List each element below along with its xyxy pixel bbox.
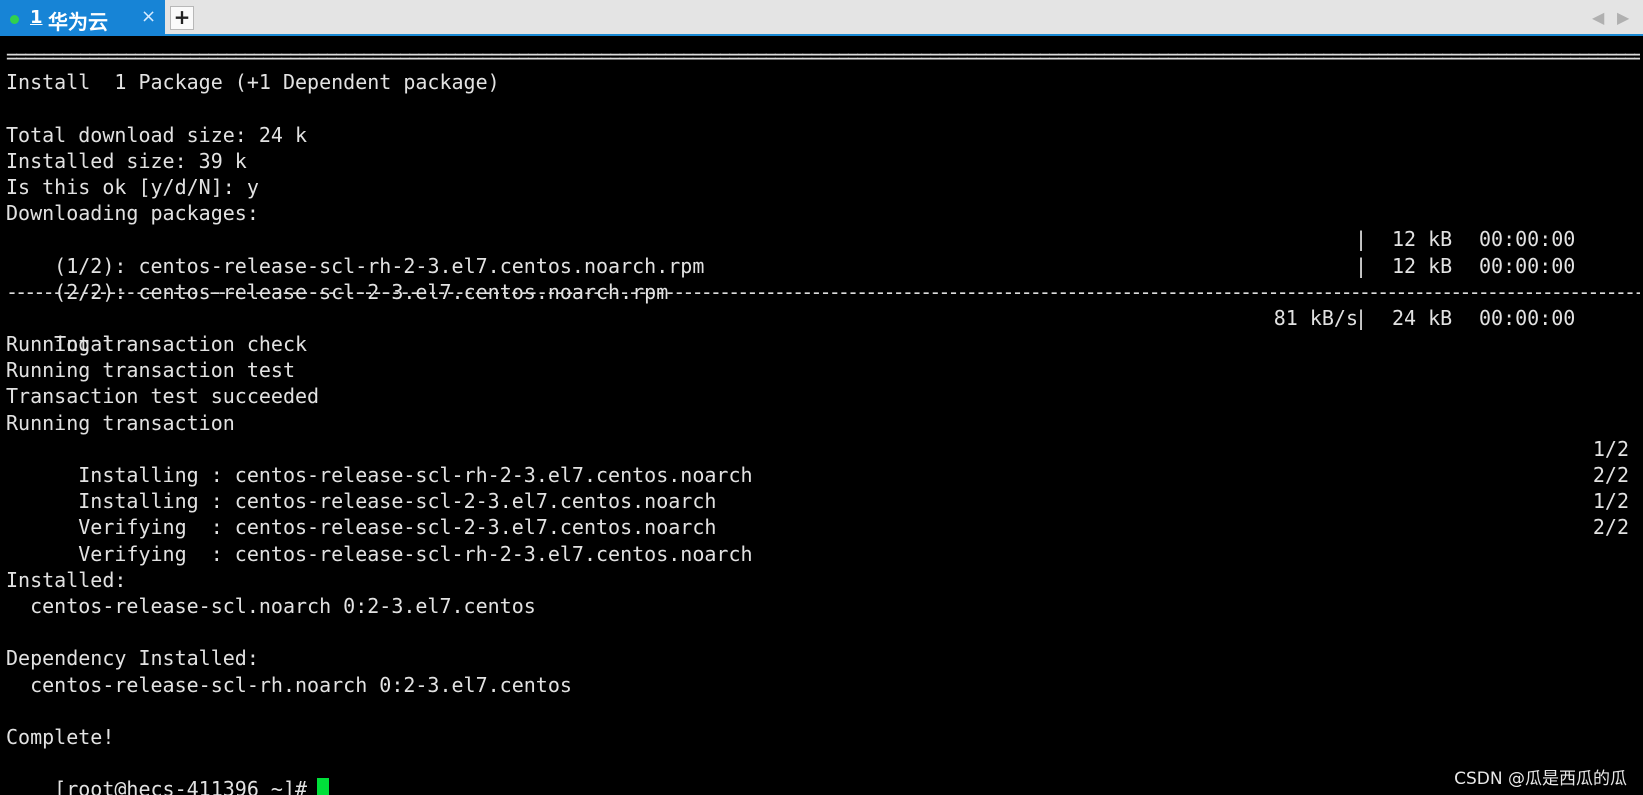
session-tab[interactable]: 1 华为云 × [0, 0, 165, 36]
terminal-line: centos-release-scl-rh.noarch 0:2-3.el7.c… [6, 672, 572, 697]
download-size: 12 kB [1392, 253, 1453, 278]
terminal-line: Is this ok [y/d/N]: y [6, 174, 259, 199]
tab-title: 华为云 [48, 10, 108, 34]
close-tab-icon[interactable]: × [141, 6, 156, 27]
download-size: 24 kB [1392, 305, 1453, 330]
download-total-row: Total 81 kB/s | 24 kB 00:00:00 [6, 305, 1643, 356]
terminal-line: Transaction test succeeded [6, 384, 320, 409]
terminal-line: ========================================… [6, 43, 1643, 69]
text-cursor [317, 778, 330, 795]
download-time: 00:00:00 [1479, 305, 1576, 330]
terminal-line: Installed size: 39 k [6, 148, 247, 173]
tab-bar: 1 华为云 × + ◀ ▶ [0, 0, 1643, 36]
separator-rule: ========================================… [6, 44, 1640, 68]
terminal-line: Complete! [6, 724, 115, 749]
transaction-step: Verifying : centos-release-scl-rh-2-3.el… [6, 514, 1643, 565]
terminal-line: Installed: [6, 567, 127, 592]
transaction-step: Installing : centos-release-scl-rh-2-3.e… [6, 436, 1643, 487]
terminal-line: Total download size: 24 k [6, 122, 308, 147]
step-count: 1/2 [1592, 489, 1629, 514]
scroll-tabs-right-icon[interactable]: ▶ [1617, 8, 1629, 27]
step-count: 1/2 [1592, 436, 1629, 461]
terminal-line: Dependency Installed: [6, 646, 259, 671]
step-count: 2/2 [1592, 463, 1629, 487]
terminal-line: centos-release-scl.noarch 0:2-3.el7.cent… [6, 593, 536, 618]
transaction-step: Installing : centos-release-scl-2-3.el7.… [6, 462, 1643, 513]
transaction-step: Verifying : centos-release-scl-2-3.el7.c… [6, 488, 1643, 539]
terminal-line: Running transaction [6, 410, 235, 435]
new-tab-button[interactable]: + [170, 6, 194, 30]
terminal-line: ----------------------------------------… [6, 279, 1643, 305]
download-size: 12 kB [1392, 227, 1453, 252]
download-time: 00:00:00 [1479, 253, 1576, 278]
connected-status-icon [10, 15, 19, 24]
tab-number: 1 [30, 7, 43, 28]
prompt-line[interactable]: [root@hecs-411396 ~]# [6, 750, 1643, 795]
column-separator: | [1355, 305, 1368, 330]
terminal-line: Running transaction check [6, 332, 308, 357]
column-separator: | [1355, 253, 1368, 278]
download-row: (2/2): centos-release-scl-2-3.el7.centos… [6, 253, 1643, 304]
column-separator: | [1355, 227, 1368, 252]
step-count: 2/2 [1592, 515, 1629, 540]
scroll-tabs-left-icon[interactable]: ◀ [1592, 8, 1604, 27]
terminal-line: Running transaction test [6, 358, 295, 383]
terminal-line: Downloading packages: [6, 201, 259, 226]
download-time: 00:00:00 [1479, 227, 1576, 252]
terminal-output[interactable]: ========================================… [6, 43, 1643, 795]
download-rate: 81 kB/s [1273, 305, 1358, 330]
separator-rule: ----------------------------------------… [6, 279, 1640, 304]
terminal-line: Install 1 Package (+1 Dependent package) [6, 70, 500, 95]
watermark: CSDN @瓜是西瓜的瓜 [1454, 769, 1627, 789]
shell-prompt: [root@hecs-411396 ~]# [54, 777, 308, 795]
download-row: (1/2): centos-release-scl-rh-2-3.el7.cen… [6, 226, 1643, 277]
